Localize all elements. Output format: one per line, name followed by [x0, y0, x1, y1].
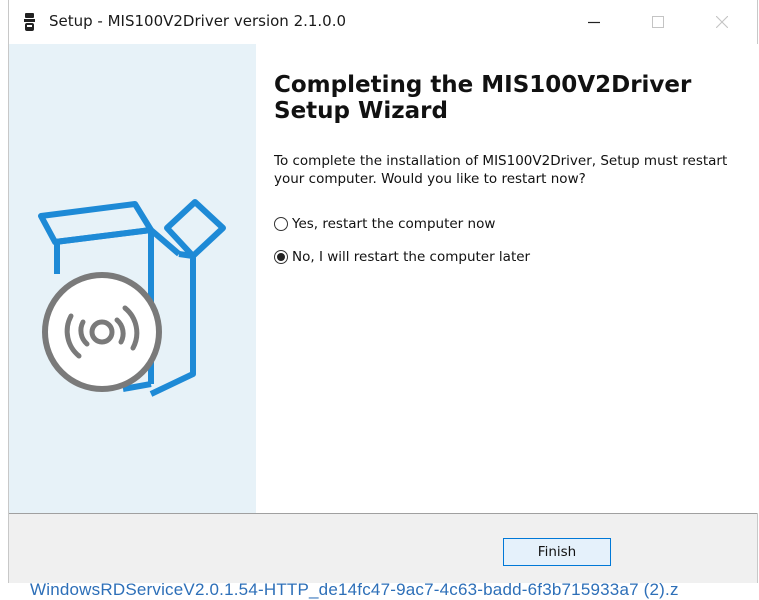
setup-window: Setup - MIS100V2Driver version 2.1.0.0 C…: [8, 0, 758, 583]
radio-selected-dot: [277, 253, 285, 261]
restart-later-option[interactable]: No, I will restart the computer later: [274, 249, 530, 265]
radio-button-unselected[interactable]: [274, 217, 288, 231]
maximize-button[interactable]: [633, 0, 683, 44]
close-icon: [715, 13, 729, 32]
wizard-side-panel: [9, 44, 256, 513]
maximize-icon: [652, 13, 664, 32]
close-button[interactable]: [697, 0, 747, 44]
minimize-button[interactable]: [569, 0, 619, 44]
wizard-content: Completing the MIS100V2Driver Setup Wiza…: [256, 44, 758, 513]
restart-later-label[interactable]: No, I will restart the computer later: [292, 249, 530, 265]
radio-button-selected[interactable]: [274, 250, 288, 264]
window-title: Setup - MIS100V2Driver version 2.1.0.0: [49, 12, 347, 30]
wizard-footer: Finish: [9, 514, 757, 583]
title-bar[interactable]: Setup - MIS100V2Driver version 2.1.0.0: [9, 0, 757, 44]
wizard-heading: Completing the MIS100V2Driver Setup Wiza…: [274, 72, 692, 124]
minimize-icon: [588, 13, 600, 32]
software-box-with-disc-icon: [27, 184, 237, 418]
restart-now-option[interactable]: Yes, restart the computer now: [274, 216, 495, 232]
wizard-description: To complete the installation of MIS100V2…: [274, 153, 728, 187]
setup-app-icon: [21, 12, 39, 32]
background-filename-text: WindowsRDServiceV2.0.1.54-HTTP_de14fc47-…: [30, 580, 679, 599]
restart-now-label[interactable]: Yes, restart the computer now: [292, 216, 495, 232]
finish-button[interactable]: Finish: [503, 538, 611, 566]
